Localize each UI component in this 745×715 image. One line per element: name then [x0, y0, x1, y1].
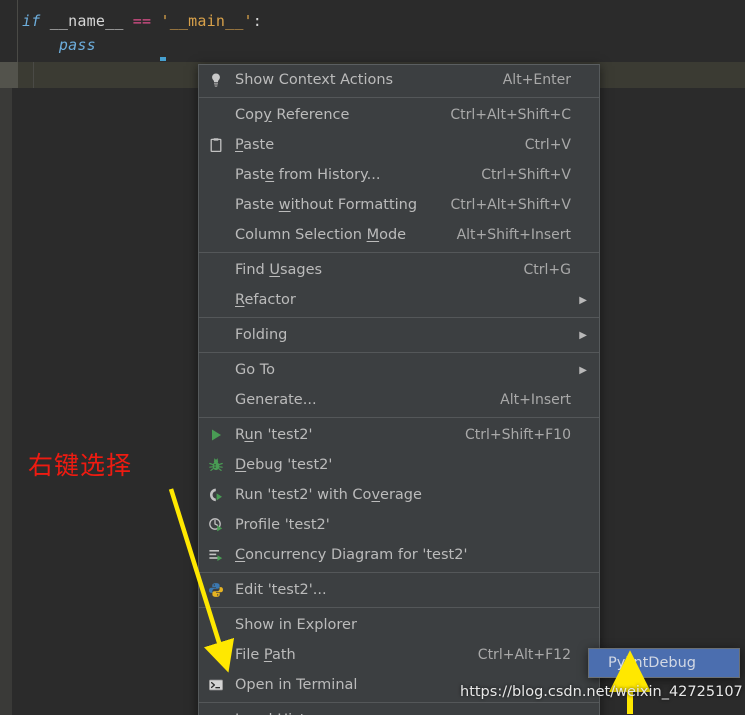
menu-item-label: Paste without Formatting [235, 197, 418, 213]
editor-gutter-divider [17, 0, 18, 62]
menu-item-refactor[interactable]: Refactor ▶ [199, 285, 599, 315]
debug-bug-icon [201, 453, 231, 477]
menu-item-debug-test2[interactable]: Debug 'test2' [199, 450, 599, 480]
gutter-divider-2 [33, 62, 34, 88]
menu-item-paste-from-history[interactable]: Paste from History... Ctrl+Shift+V [199, 160, 599, 190]
watermark-url: https://blog.csdn.net/weixin_42725107 [460, 684, 743, 700]
menu-separator [199, 607, 599, 608]
lightbulb-icon [201, 68, 231, 92]
menu-item-paste[interactable]: Paste Ctrl+V [199, 130, 599, 160]
menu-item-shortcut: Ctrl+Alt+Shift+V [450, 197, 571, 213]
gutter-highlight [0, 62, 18, 88]
no-icon-placeholder [201, 223, 231, 247]
code-editor[interactable]: if __name__ == '__main__': pass [0, 0, 745, 62]
menu-item-file-path[interactable]: File Path Ctrl+Alt+F12 [199, 640, 599, 670]
no-icon-placeholder [201, 288, 231, 312]
menu-item-generate[interactable]: Generate... Alt+Insert [199, 385, 599, 415]
no-icon-placeholder [201, 708, 231, 715]
menu-item-label: Refactor [235, 292, 296, 308]
no-icon-placeholder [201, 258, 231, 282]
menu-item-shortcut: Alt+Enter [502, 72, 571, 88]
python-icon [201, 578, 231, 602]
menu-item-label: Run 'test2' [235, 427, 313, 443]
menu-item-shortcut: Alt+Insert [500, 392, 571, 408]
external-tools-submenu[interactable]: PylintDebug [588, 648, 740, 678]
terminal-icon [201, 673, 231, 697]
menu-item-local-history[interactable]: Local History▶ [199, 705, 599, 715]
code-line-1: if __name__ == '__main__': [22, 12, 263, 30]
menu-separator [199, 252, 599, 253]
submenu-arrow-icon: ▶ [579, 329, 587, 341]
menu-item-edit-test2[interactable]: Edit 'test2'... [199, 575, 599, 605]
coverage-icon [201, 483, 231, 507]
menu-item-show-context-actions[interactable]: Show Context Actions Alt+Enter [199, 65, 599, 95]
code-line-2: pass [22, 36, 96, 54]
menu-item-label: Show Context Actions [235, 72, 394, 88]
menu-item-label: Copy Reference [235, 107, 350, 123]
submenu-arrow-icon: ▶ [579, 294, 587, 306]
menu-item-label: Generate... [235, 392, 317, 408]
menu-separator [199, 352, 599, 353]
no-icon-placeholder [201, 323, 231, 347]
menu-item-label: Run 'test2' with Coverage [235, 487, 422, 503]
no-icon-placeholder [201, 613, 231, 637]
menu-item-label: Paste [235, 137, 275, 153]
menu-item-label: PylintDebug [608, 655, 696, 671]
menu-item-label: Profile 'test2' [235, 517, 330, 533]
menu-item-copy-reference[interactable]: Copy Reference Ctrl+Alt+Shift+C [199, 100, 599, 130]
profile-icon [201, 513, 231, 537]
no-icon-placeholder [201, 358, 231, 382]
submenu-arrow-icon: ▶ [579, 364, 587, 376]
concurrency-icon [201, 543, 231, 567]
menu-item-shortcut: Alt+Shift+Insert [456, 227, 571, 243]
left-gutter-strip [0, 88, 12, 715]
menu-item-find-usages[interactable]: Find Usages Ctrl+G [199, 255, 599, 285]
menu-separator [199, 702, 599, 703]
menu-item-label: Column Selection Mode [235, 227, 407, 243]
menu-item-shortcut: Ctrl+Shift+F10 [464, 427, 571, 443]
menu-separator [199, 417, 599, 418]
menu-separator [199, 317, 599, 318]
menu-item-label: Edit 'test2'... [235, 582, 327, 598]
menu-item-label: Folding [235, 327, 288, 343]
menu-item-shortcut: Ctrl+Alt+Shift+C [450, 107, 571, 123]
menu-item-folding[interactable]: Folding ▶ [199, 320, 599, 350]
menu-item-label: Show in Explorer [235, 617, 357, 633]
menu-item-paste-without-formatting[interactable]: Paste without Formatting Ctrl+Alt+Shift+V [199, 190, 599, 220]
menu-item-pylintdebug[interactable]: PylintDebug [589, 649, 739, 677]
menu-item-shortcut: Ctrl+Shift+V [481, 167, 571, 183]
no-icon-placeholder [201, 163, 231, 187]
menu-item-show-in-explorer[interactable]: Show in Explorer [199, 610, 599, 640]
no-icon-placeholder [201, 103, 231, 127]
menu-item-shortcut: Ctrl+G [523, 262, 572, 278]
annotation-note: 右键选择 [28, 451, 133, 480]
menu-item-run-test2-with-coverage[interactable]: Run 'test2' with Coverage [199, 480, 599, 510]
menu-item-label: Paste from History... [235, 167, 381, 183]
menu-item-run-test2[interactable]: Run 'test2' Ctrl+Shift+F10 [199, 420, 599, 450]
clipboard-icon [201, 133, 231, 157]
no-icon-placeholder [201, 388, 231, 412]
menu-item-label: Concurrency Diagram for 'test2' [235, 547, 468, 563]
no-icon-placeholder [201, 643, 231, 667]
menu-separator [199, 572, 599, 573]
no-icon-placeholder [201, 193, 231, 217]
run-icon [201, 423, 231, 447]
menu-item-label: Find Usages [235, 262, 323, 278]
screenshot-root: if __name__ == '__main__': pass 右键选择 Sho… [0, 0, 745, 715]
menu-item-shortcut: Ctrl+Alt+F12 [477, 647, 571, 663]
menu-item-label: Debug 'test2' [235, 457, 333, 473]
text-caret [160, 57, 166, 61]
menu-item-label: Go To [235, 362, 275, 378]
menu-item-label: File Path [235, 647, 296, 663]
menu-item-profile-test2[interactable]: Profile 'test2' [199, 510, 599, 540]
menu-item-concurrency-diagram-for-test2[interactable]: Concurrency Diagram for 'test2' [199, 540, 599, 570]
menu-item-column-selection-mode[interactable]: Column Selection Mode Alt+Shift+Insert [199, 220, 599, 250]
menu-item-shortcut: Ctrl+V [524, 137, 571, 153]
menu-item-go-to[interactable]: Go To ▶ [199, 355, 599, 385]
context-menu[interactable]: Show Context Actions Alt+Enter Copy Refere… [198, 64, 600, 715]
menu-separator [199, 97, 599, 98]
